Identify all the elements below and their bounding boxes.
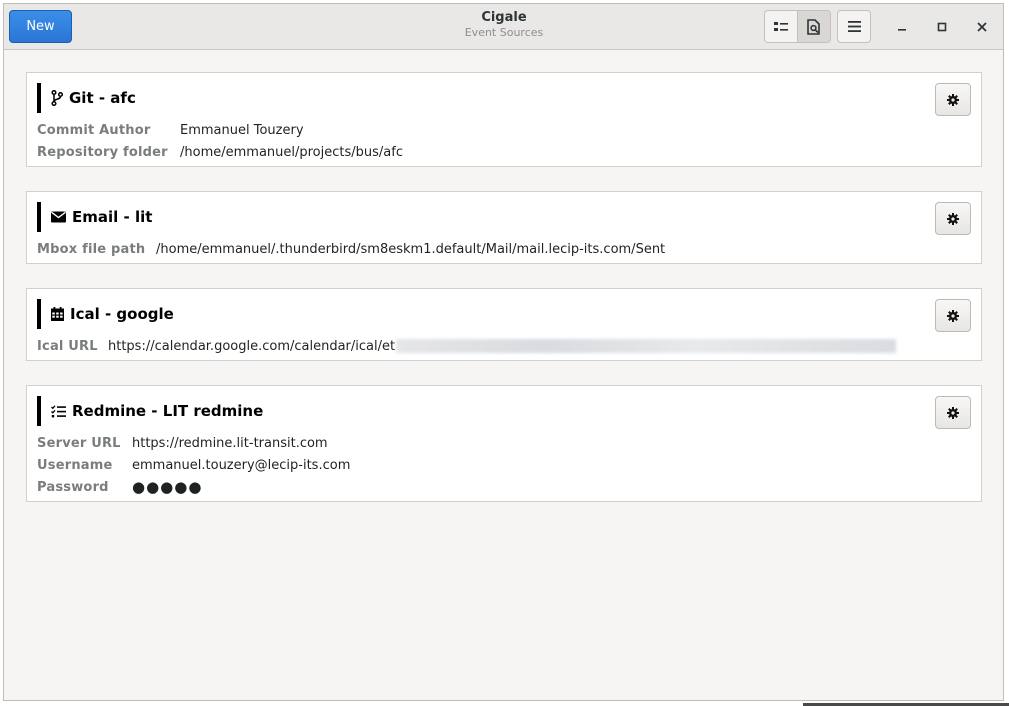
source-settings-button[interactable] [935, 202, 971, 235]
maximize-button[interactable] [928, 13, 956, 41]
git-branch-icon [51, 90, 63, 106]
window-subtitle: Event Sources [464, 26, 544, 39]
window-title: Cigale [481, 10, 527, 25]
source-card-title-text: Git - afc [69, 89, 136, 107]
hamburger-menu-icon [847, 21, 861, 32]
gear-icon [947, 93, 959, 106]
source-settings-button[interactable] [935, 299, 971, 332]
source-card-git: Git - afc Commit Author Emmanuel Touzery [26, 72, 982, 167]
field-label: Password [37, 479, 109, 495]
minimize-button[interactable] [888, 13, 916, 41]
source-settings-button[interactable] [935, 83, 971, 116]
field-label: Repository folder [37, 144, 168, 160]
header-bar: New Cigale Event Sources [4, 4, 1003, 50]
field-value: https://calendar.google.com/calendar/ica… [108, 338, 396, 354]
window-title-area: Cigale Event Sources [404, 10, 604, 40]
app-window: New Cigale Event Sources Git - afc Commi… [3, 3, 1004, 701]
maximize-icon [937, 22, 947, 32]
source-card-title: Email - lit [37, 202, 152, 232]
calendar-icon [51, 307, 64, 321]
field-value: Emmanuel Touzery [180, 122, 304, 138]
minimize-icon [898, 29, 906, 31]
field-label: Server URL [37, 435, 121, 451]
close-button[interactable] [968, 13, 996, 41]
source-settings-button[interactable] [935, 396, 971, 429]
source-card-title-text: Redmine - LIT redmine [72, 402, 264, 420]
main-menu-button[interactable] [837, 10, 871, 43]
source-card-title: Git - afc [37, 83, 136, 113]
field-mbox-file-path: Mbox file path /home/emmanuel/.thunderbi… [37, 239, 665, 259]
field-commit-author: Commit Author Emmanuel Touzery [37, 120, 304, 140]
field-value: /home/emmanuel/.thunderbird/sm8eskm1.def… [156, 241, 666, 257]
gear-icon [947, 212, 959, 225]
list-view-icon [774, 21, 788, 31]
field-value: https://redmine.lit-transit.com [132, 435, 328, 451]
source-card-ical: Ical - google Ical URL https://calendar. [26, 288, 982, 361]
field-label: Ical URL [37, 338, 98, 354]
detail-view-button[interactable] [797, 10, 831, 43]
field-label: Mbox file path [37, 241, 146, 257]
field-password: Password ●●●●● [37, 477, 202, 497]
field-value: /home/emmanuel/projects/bus/afc [180, 144, 403, 160]
source-card-title-text: Ical - google [70, 305, 174, 323]
gear-icon [947, 406, 959, 419]
tasks-icon [51, 404, 66, 417]
source-card-title-text: Email - lit [72, 208, 153, 226]
gear-icon [947, 309, 959, 322]
new-button[interactable]: New [9, 10, 72, 43]
source-card-title: Redmine - LIT redmine [37, 396, 263, 426]
field-ical-url: Ical URL https://calendar.google.com/cal… [37, 336, 897, 356]
close-icon [977, 22, 987, 32]
field-server-url: Server URL https://redmine.lit-transit.c… [37, 433, 328, 453]
redacted-url-region [396, 339, 897, 353]
field-label: Username [37, 457, 113, 473]
field-value: ●●●●● [132, 478, 203, 496]
field-value: emmanuel.touzery@lecip-its.com [132, 457, 351, 473]
field-label: Commit Author [37, 122, 151, 138]
list-view-button[interactable] [764, 10, 798, 43]
source-card-redmine: Redmine - LIT redmine Server URL https:/ [26, 385, 982, 502]
document-search-icon [807, 18, 820, 35]
sources-list: Git - afc Commit Author Emmanuel Touzery [4, 50, 1003, 700]
source-card-email: Email - lit Mbox file path /home/emmanue [26, 191, 982, 264]
source-card-title: Ical - google [37, 299, 174, 329]
field-repository-folder: Repository folder /home/emmanuel/project… [37, 142, 403, 162]
envelope-icon [51, 211, 66, 223]
field-username: Username emmanuel.touzery@lecip-its.com [37, 455, 350, 475]
